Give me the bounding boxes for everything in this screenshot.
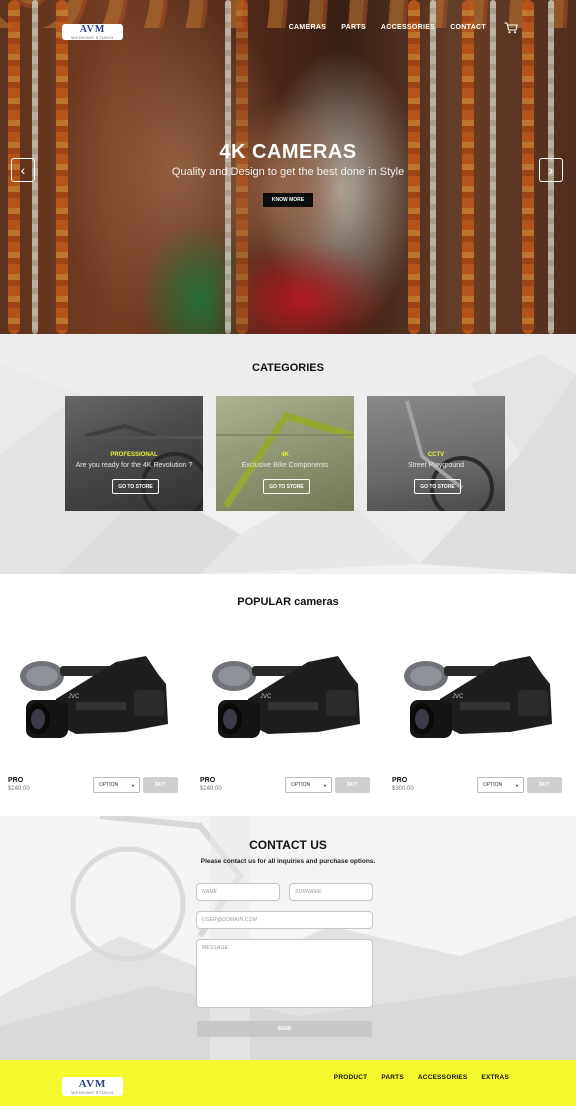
hero-subtitle: Quality and Design to get the best done … [171, 166, 405, 178]
nav-item-cameras[interactable]: CAMERAS [289, 24, 327, 31]
hero-section: AVM WEDDING STUDIO CAMERAS PARTS ACCESSO… [0, 0, 576, 334]
product-card: JVC PRO $249.00 OPTION ▼ BUY [200, 648, 376, 798]
logo-subtitle: WEDDING STUDIO [71, 1089, 114, 1095]
product-name: PRO [200, 777, 216, 784]
category-card-4k[interactable]: 4K Exclusive Bike Components GO TO STORE [216, 396, 354, 511]
footer: AVM WEDDING STUDIO PRODUCT PARTS ACCESSO… [0, 1060, 576, 1106]
category-card-professional[interactable]: PROFESSIONAL Are you ready for the 4K Re… [65, 396, 203, 511]
category-description: Exclusive Bike Components [241, 462, 329, 469]
caret-down-icon: ▼ [515, 783, 519, 788]
footer-item-product[interactable]: PRODUCT [334, 1074, 368, 1081]
product-price: $249.00 [8, 786, 30, 792]
footer-logo[interactable]: AVM WEDDING STUDIO [62, 1077, 123, 1096]
option-select-value: OPTION [99, 782, 119, 788]
category-description: Are you ready for the 4K Revolution ? [75, 462, 193, 469]
logo-subtitle: WEDDING STUDIO [71, 34, 114, 40]
hero-title: 4K CAMERAS [219, 141, 357, 163]
product-price: $249.00 [200, 786, 222, 792]
categories-title: CATEGORIES [252, 362, 324, 374]
camcorder-image[interactable]: JVC [16, 654, 172, 754]
cart-icon[interactable] [504, 22, 518, 34]
nav-item-parts[interactable]: PARTS [341, 24, 366, 31]
logo-mark: AVM [79, 23, 106, 35]
svg-text:JVC: JVC [452, 694, 464, 700]
product-price: $300.00 [392, 786, 414, 792]
option-select-value: OPTION [291, 782, 311, 788]
surname-field[interactable]: SURNAME [289, 883, 373, 901]
product-name: PRO [8, 777, 24, 784]
know-more-button[interactable]: KNOW MORE [263, 193, 313, 207]
email-field[interactable]: USER@DOMAIN.COM [196, 911, 373, 929]
popular-section: POPULAR cameras JVC PRO $249.00 OPTION ▼… [0, 574, 576, 816]
option-select[interactable]: OPTION ▼ [93, 777, 140, 793]
option-select-value: OPTION [483, 782, 503, 788]
category-name: CCTV [427, 452, 445, 458]
camcorder-image[interactable]: JVC [208, 654, 364, 754]
send-button[interactable]: SEND [197, 1021, 372, 1037]
go-to-store-button[interactable]: GO TO STORE [414, 479, 461, 494]
buy-button[interactable]: BUY [143, 777, 178, 793]
footer-navigation: PRODUCT PARTS ACCESSORIES EXTRAS [334, 1074, 509, 1081]
svg-text:JVC: JVC [68, 694, 80, 700]
camcorder-image[interactable]: JVC [400, 654, 556, 754]
category-description: Street Playground [407, 462, 465, 469]
footer-item-extras[interactable]: EXTRAS [481, 1074, 509, 1081]
nav-item-accessories[interactable]: ACCESSORIES [381, 24, 435, 31]
caret-down-icon: ▼ [323, 783, 327, 788]
go-to-store-button[interactable]: GO TO STORE [112, 479, 159, 494]
option-select[interactable]: OPTION ▼ [285, 777, 332, 793]
category-card-cctv[interactable]: CCTV Street Playground GO TO STORE [367, 396, 505, 511]
name-field[interactable]: NAME [196, 883, 280, 901]
contact-subtitle: Please contact us for all inquiries and … [200, 858, 376, 865]
buy-button[interactable]: BUY [527, 777, 562, 793]
product-name: PRO [392, 777, 408, 784]
categories-section: CATEGORIES PROFESSIONAL Are you ready fo… [0, 334, 576, 574]
popular-title: POPULAR cameras [237, 596, 339, 608]
contact-section: CONTACT US Please contact us for all inq… [0, 816, 576, 1060]
category-name: PROFESSIONAL [110, 452, 158, 458]
message-field[interactable]: MESSAGE [196, 939, 373, 1008]
svg-text:JVC: JVC [260, 694, 272, 700]
header-logo[interactable]: AVM WEDDING STUDIO [62, 24, 123, 40]
footer-item-accessories[interactable]: ACCESSORIES [418, 1074, 468, 1081]
go-to-store-button[interactable]: GO TO STORE [263, 479, 310, 494]
product-card: JVC PRO $249.00 OPTION ▼ BUY [8, 648, 184, 798]
contact-title: CONTACT US [249, 838, 327, 852]
caret-down-icon: ▼ [131, 783, 135, 788]
product-card: JVC PRO $300.00 OPTION ▼ BUY [392, 648, 568, 798]
footer-item-parts[interactable]: PARTS [381, 1074, 404, 1081]
option-select[interactable]: OPTION ▼ [477, 777, 524, 793]
category-name: 4K [281, 452, 289, 458]
nav-item-contact[interactable]: CONTACT [450, 24, 486, 31]
buy-button[interactable]: BUY [335, 777, 370, 793]
top-navigation: CAMERAS PARTS ACCESSORIES CONTACT [289, 24, 486, 31]
logo-mark: AVM [78, 1077, 107, 1090]
